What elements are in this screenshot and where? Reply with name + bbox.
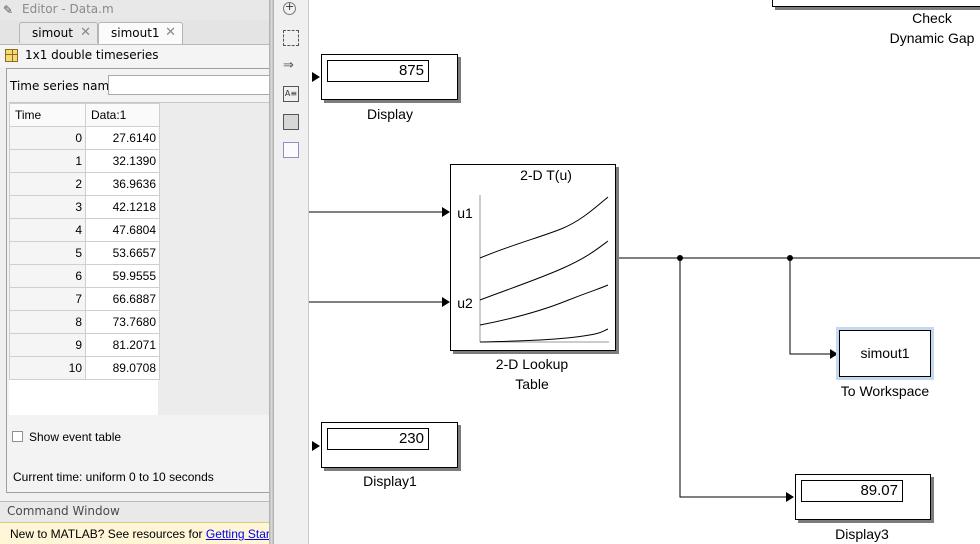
model-canvas[interactable]: Check Dynamic Gap 875 Display 2-D T(u) u…: [309, 0, 980, 544]
table-row[interactable]: 10 89.0708: [9, 356, 160, 380]
timeseries-name-label: Time series name:: [10, 79, 121, 93]
command-window-title[interactable]: Command Window: [0, 501, 270, 522]
timeseries-editor: Time series name: Time Data:1 0 27.6140 1 3…: [6, 68, 270, 493]
connector-arrow-icon[interactable]: ⇒: [283, 58, 299, 74]
data-cell[interactable]: 89.0708: [85, 356, 160, 380]
checkbox-label: Show event table: [29, 430, 122, 444]
u2-arrow: [442, 297, 450, 307]
current-time-text: Current time: uniform 0 to 10 seconds: [13, 470, 214, 484]
timeseries-name-input[interactable]: [108, 75, 270, 95]
variable-editor-panel: ✎ Editor - Data.m simout ✕ simout1 ✕ 1x1…: [0, 0, 270, 544]
data-cell[interactable]: 66.6887: [85, 287, 160, 311]
table-row[interactable]: 0 27.6140: [9, 126, 160, 150]
annotation-icon[interactable]: A≡: [283, 86, 299, 102]
tab-simout[interactable]: simout ✕: [19, 22, 98, 43]
time-cell[interactable]: 2: [9, 172, 86, 196]
data-cell[interactable]: 42.1218: [85, 195, 160, 219]
workspace-variable: simout1: [860, 345, 910, 361]
table-row[interactable]: 9 81.2071: [9, 333, 160, 357]
lookup-table-block[interactable]: 2-D T(u) u1 u2: [450, 164, 616, 351]
to-workspace-block[interactable]: simout1: [836, 327, 934, 380]
display-value: 875: [327, 60, 429, 82]
data-cell[interactable]: 47.6804: [85, 218, 160, 242]
table-row[interactable]: 4 47.6804: [9, 218, 160, 242]
time-cell[interactable]: 7: [9, 287, 86, 311]
lookup-curves-icon: [479, 195, 609, 343]
time-cell[interactable]: 0: [9, 126, 86, 150]
time-cell[interactable]: 4: [9, 218, 86, 242]
time-cell[interactable]: 5: [9, 241, 86, 265]
grid-icon: [5, 49, 18, 62]
signal-line-display3[interactable]: [679, 258, 787, 498]
display1-block[interactable]: 230: [321, 422, 458, 468]
display3-block[interactable]: 89.07: [795, 474, 931, 520]
editor-title: Editor - Data.m: [22, 2, 114, 16]
display3-value: 89.07: [801, 480, 903, 502]
column-header-data[interactable]: Data:1: [85, 103, 160, 127]
check-block-label-2: Dynamic Gap: [889, 30, 975, 46]
table-row[interactable]: 5 53.6657: [9, 241, 160, 265]
data-cell[interactable]: 32.1390: [85, 149, 160, 173]
data-cell[interactable]: 81.2071: [85, 333, 160, 357]
table-row[interactable]: 3 42.1218: [9, 195, 160, 219]
area-icon[interactable]: [283, 142, 299, 158]
variable-tabs: simout ✕ simout1 ✕: [0, 20, 270, 45]
variable-summary: 1x1 double timeseries: [25, 48, 159, 62]
tab-label: simout1: [111, 26, 160, 40]
lookup-label-1: 2-D Lookup: [495, 356, 569, 372]
data-cell[interactable]: 53.6657: [85, 241, 160, 265]
image-icon[interactable]: [283, 114, 299, 130]
time-cell[interactable]: 10: [9, 356, 86, 380]
time-cell[interactable]: 1: [9, 149, 86, 173]
display1-value: 230: [327, 428, 429, 450]
u1-arrow: [442, 207, 450, 217]
timeseries-table[interactable]: Time Data:1 0 27.6140 1 32.1390 2 36.9636 3 42.…: [9, 103, 160, 380]
table-empty-area: [158, 103, 270, 415]
command-window-banner: New to MATLAB? See resources for Getting…: [0, 522, 270, 544]
tab-simout1[interactable]: simout1 ✕: [98, 22, 183, 44]
data-cell[interactable]: 36.9636: [85, 172, 160, 196]
variable-info-bar: 1x1 double timeseries: [0, 45, 270, 67]
tab-label: simout: [32, 26, 73, 40]
time-cell[interactable]: 9: [9, 333, 86, 357]
workspace-arrow: [830, 349, 838, 359]
model-palette: ⇒ A≡: [274, 0, 309, 544]
time-cell[interactable]: 6: [9, 264, 86, 288]
table-row[interactable]: 7 66.6887: [9, 287, 160, 311]
column-header-time[interactable]: Time: [9, 103, 86, 127]
table-row[interactable]: 6 59.9555: [9, 264, 160, 288]
check-block-label-1: Check: [912, 10, 952, 26]
check-dynamic-gap-block[interactable]: [772, 0, 980, 7]
timeseries-table-area: Time Data:1 0 27.6140 1 32.1390 2 36.9636 3 42.…: [9, 102, 270, 415]
command-window-label: Command Window: [7, 504, 120, 518]
banner-message: New to MATLAB? See resources for: [10, 527, 206, 541]
time-cell[interactable]: 8: [9, 310, 86, 334]
display1-input-port: [312, 441, 320, 451]
checkbox[interactable]: [12, 431, 23, 442]
data-cell[interactable]: 59.9555: [85, 264, 160, 288]
getting-started-link[interactable]: Getting Starte: [206, 527, 270, 541]
display-input-port: [312, 72, 320, 82]
display-block[interactable]: 875: [321, 54, 458, 100]
time-cell[interactable]: 3: [9, 195, 86, 219]
fit-view-icon[interactable]: [283, 30, 299, 46]
lookup-label-2: Table: [515, 376, 549, 392]
close-icon[interactable]: ✕: [80, 25, 91, 40]
editor-title-bar[interactable]: ✎ Editor - Data.m: [0, 0, 270, 20]
close-icon[interactable]: ✕: [165, 25, 176, 40]
display1-label: Display1: [363, 473, 417, 489]
data-cell[interactable]: 27.6140: [85, 126, 160, 150]
display-label: Display: [367, 106, 413, 122]
table-row[interactable]: 8 73.7680: [9, 310, 160, 334]
table-row[interactable]: 2 36.9636: [9, 172, 160, 196]
data-cell[interactable]: 73.7680: [85, 310, 160, 334]
banner-text: New to MATLAB? See resources for Getting…: [10, 527, 270, 541]
display3-label: Display3: [835, 526, 889, 542]
table-row[interactable]: 1 32.1390: [9, 149, 160, 173]
signal-line-workspace[interactable]: [789, 258, 831, 355]
workspace-label: To Workspace: [840, 383, 930, 399]
pencil-icon: ✎: [3, 3, 14, 17]
display3-arrow: [786, 492, 794, 502]
zoom-icon[interactable]: [283, 0, 296, 15]
